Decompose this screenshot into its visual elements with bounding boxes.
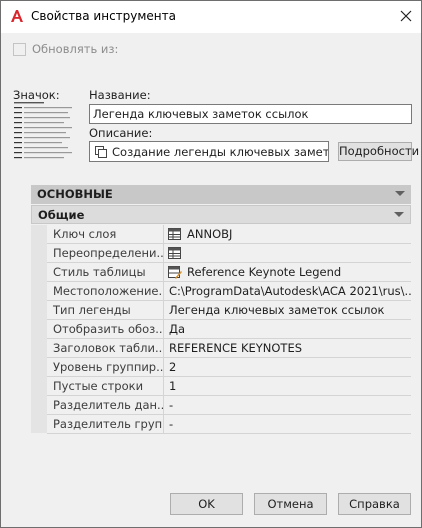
property-value-text: C:\ProgramData\Autodesk\ACA 2021\rus\... (169, 284, 411, 298)
property-name: Отобразить обоз... (47, 320, 164, 339)
update-from-checkbox[interactable] (13, 43, 26, 56)
property-row[interactable]: Отобразить обоз... Да (47, 320, 411, 339)
property-value-text: REFERENCE KEYNOTES (169, 341, 303, 355)
property-name: Пустые строки (47, 377, 164, 396)
property-name: Заголовок табли... (47, 339, 164, 358)
property-row[interactable]: Тип легенды Легенда ключевых заметок ссыл… (47, 301, 411, 320)
name-label: Название: (89, 88, 151, 102)
property-value[interactable]: Reference Keynote Legend (165, 263, 411, 282)
property-name: Тип легенды (47, 301, 164, 320)
property-value[interactable] (165, 244, 411, 263)
property-value-text: 1 (169, 379, 177, 393)
description-label: Описание: (89, 126, 153, 140)
property-value[interactable]: ANNOBJ (165, 225, 411, 244)
property-row[interactable]: Разделитель дан... - (47, 396, 411, 415)
category-main-label: ОСНОВНЫЕ (37, 187, 113, 201)
property-row[interactable]: Стиль таблицы Reference Keynote Legend (47, 263, 411, 282)
property-name: Разделитель групп (47, 415, 164, 434)
property-rows: Ключ слоя ANNOBJ Переопределени... Стиль та… (47, 225, 411, 434)
property-name: Местоположение... (47, 282, 164, 301)
cancel-button[interactable]: Отмена (254, 493, 327, 515)
close-icon[interactable] (397, 7, 415, 25)
property-name: Разделитель дан... (47, 396, 164, 415)
property-row[interactable]: Пустые строки 1 (47, 377, 411, 396)
table-icon (168, 228, 181, 240)
property-value[interactable]: 2 (165, 358, 411, 377)
property-name: Стиль таблицы (47, 263, 164, 282)
title-bar: Свойства инструмента (1, 1, 421, 33)
property-name: Ключ слоя (47, 225, 164, 244)
category-general-label: Общие (38, 208, 85, 222)
update-from-label: Обновлять из: (32, 42, 119, 56)
property-value[interactable]: - (165, 415, 411, 434)
collapse-icon[interactable] (395, 191, 405, 196)
category-general-header[interactable]: Общие (31, 205, 411, 224)
table-icon (168, 247, 181, 259)
property-row[interactable]: Заголовок табли... REFERENCE KEYNOTES (47, 339, 411, 358)
property-value[interactable]: C:\ProgramData\Autodesk\ACA 2021\rus\... (165, 282, 411, 301)
table-style-icon (168, 266, 182, 279)
category-main-header[interactable]: ОСНОВНЫЕ (31, 185, 411, 204)
window-title: Свойства инструмента (31, 9, 176, 23)
property-value-text: 2 (169, 360, 177, 374)
property-value-text: Легенда ключевых заметок ссылок (169, 303, 385, 317)
property-value[interactable]: Да (165, 320, 411, 339)
property-row[interactable]: Переопределени... (47, 244, 411, 263)
copy-icon (95, 146, 107, 158)
property-value-text: - (169, 417, 174, 431)
property-name: Уровень группир... (47, 358, 164, 377)
property-value[interactable]: 1 (165, 377, 411, 396)
details-button[interactable]: Подробности (338, 142, 419, 161)
property-value[interactable]: Легенда ключевых заметок ссылок (165, 301, 411, 320)
property-value-text: - (169, 398, 174, 412)
property-row[interactable]: Местоположение... C:\ProgramData\Autodesk… (47, 282, 411, 301)
name-input[interactable]: Легенда ключевых заметок ссылок (89, 104, 412, 124)
property-grid: ОСНОВНЫЕ Общие Ключ слоя ANNOBJ Переопреде… (31, 185, 411, 434)
property-value-text: ANNOBJ (187, 227, 233, 241)
collapse-icon[interactable] (394, 212, 404, 217)
property-name: Переопределени... (47, 244, 164, 263)
tool-properties-dialog: Свойства инструмента Обновлять из: Значо… (0, 0, 422, 528)
property-row[interactable]: Уровень группир... 2 (47, 358, 411, 377)
description-field[interactable]: Создание легенды ключевых заметок с (89, 141, 329, 162)
grid-margin (31, 225, 47, 433)
description-text: Создание легенды ключевых заметок с (112, 145, 329, 159)
help-button[interactable]: Справка (338, 493, 411, 515)
autocad-logo-icon (11, 10, 23, 22)
property-value-text: Reference Keynote Legend (187, 265, 342, 279)
property-value[interactable]: REFERENCE KEYNOTES (165, 339, 411, 358)
property-value[interactable]: - (165, 396, 411, 415)
icon-label: Значок: (13, 88, 60, 102)
property-row[interactable]: Разделитель групп - (47, 415, 411, 434)
property-row[interactable]: Ключ слоя ANNOBJ (47, 225, 411, 244)
ok-button[interactable]: OK (170, 493, 243, 515)
keynote-legend-preview-icon[interactable] (14, 101, 76, 161)
property-value-text: Да (169, 322, 186, 336)
